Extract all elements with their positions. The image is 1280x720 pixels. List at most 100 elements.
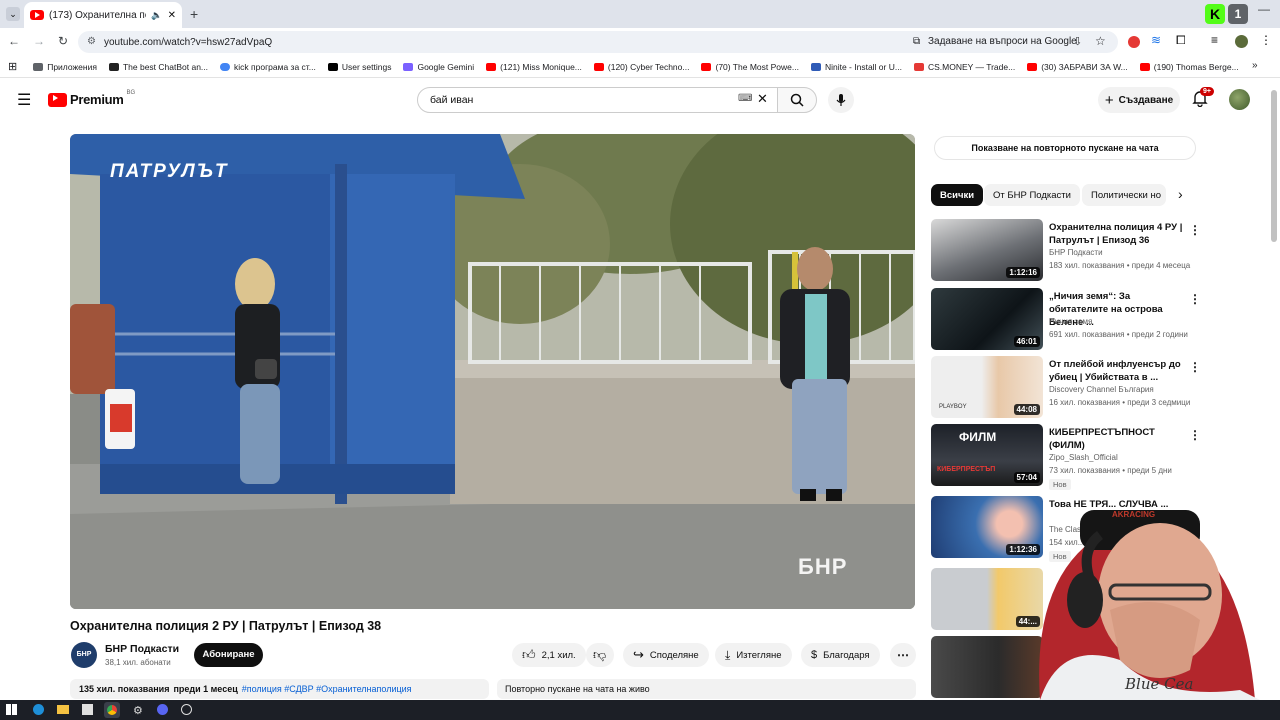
keyboard-icon[interactable]: ⌨	[738, 93, 752, 104]
like-button[interactable]: 👍︎ 2,1 хил.	[512, 643, 586, 667]
install-app-icon[interactable]: ⇩	[1073, 35, 1082, 48]
new-tab-button[interactable]: +	[190, 6, 198, 22]
app-icon[interactable]	[82, 704, 93, 715]
discord-icon[interactable]	[157, 704, 168, 715]
rec-channel[interactable]: Zipo_Slash_Official	[1049, 453, 1118, 462]
rec-channel[interactable]: БНР Подкасти	[1049, 248, 1103, 257]
show-chat-replay-button[interactable]: Показване на повторното пускане на чата	[934, 136, 1196, 160]
channel-name[interactable]: БНР Подкасти	[105, 643, 179, 655]
bookmark-item[interactable]: The best ChatBot an...	[108, 62, 208, 72]
rec-channel[interactable]: Ничия земя	[1049, 317, 1092, 326]
thanks-button[interactable]: $ Благодаря	[801, 643, 880, 667]
video-thumbnail[interactable]: PLAYBOY 44:08	[931, 356, 1043, 418]
subscribe-button[interactable]: Абониране	[194, 643, 263, 667]
rec-menu-icon[interactable]: ⋮	[1189, 428, 1201, 442]
start-icon[interactable]	[6, 704, 17, 715]
apps-grid-icon[interactable]: ⊞	[8, 60, 17, 73]
chrome-menu-icon[interactable]: ⋮	[1260, 33, 1272, 47]
tab-search-icon[interactable]: ⌄	[6, 7, 20, 21]
bookmark-item[interactable]: Ninite - Install or U...	[810, 62, 902, 72]
clear-search-icon[interactable]: ✕	[757, 91, 768, 107]
bookmark-item[interactable]: (70) The Most Powe...	[701, 62, 799, 72]
edge-icon[interactable]	[33, 704, 44, 715]
reading-list-icon[interactable]: ≡	[1211, 33, 1218, 47]
bookmark-item[interactable]: Google Gemini	[403, 62, 474, 72]
ask-google-label[interactable]: Задаване на въпроси на Google	[928, 36, 1077, 47]
recommended-video[interactable]: PLAYBOY 44:08 От плейбой инфлуенсър до у…	[931, 356, 1201, 418]
rec-menu-icon[interactable]: ⋮	[1189, 360, 1201, 374]
voice-search-button[interactable]	[828, 87, 854, 113]
download-label: Изтегляне	[736, 649, 782, 661]
audio-icon[interactable]: 🔈	[151, 10, 162, 21]
app-icon[interactable]	[181, 704, 192, 715]
explorer-icon[interactable]	[57, 705, 69, 714]
chip-political[interactable]: Политически но	[1082, 184, 1166, 206]
extension-red-icon[interactable]	[1128, 36, 1140, 48]
video-thumbnail[interactable]: 46:01	[931, 288, 1043, 350]
profile-badge-icon[interactable]: 1	[1228, 4, 1248, 24]
bookmark-item[interactable]: (30) ЗАБРАВИ ЗА W...	[1027, 62, 1128, 72]
video-frame	[70, 134, 915, 609]
notifications-button[interactable]: 9+	[1192, 87, 1214, 112]
more-actions-button[interactable]: ⋯	[890, 643, 916, 667]
search-input[interactable]: бай иван ⌨ ✕	[417, 87, 778, 113]
rec-channel[interactable]: Discovery Channel България	[1049, 385, 1154, 394]
page-scrollbar[interactable]	[1271, 90, 1277, 242]
address-bar[interactable]: ⚙ youtube.com/watch?v=hsw27adVpaQ ⧉ Зада…	[78, 31, 1118, 53]
bookmark-item[interactable]: (121) Miss Monique...	[486, 62, 582, 72]
extension-k-icon[interactable]: K	[1205, 4, 1225, 24]
profile-avatar-icon[interactable]	[1235, 35, 1248, 48]
window-minimize-icon[interactable]: —	[1258, 2, 1270, 16]
back-icon[interactable]: ←	[8, 34, 20, 48]
extensions-puzzle-icon[interactable]: ⧠	[1176, 33, 1186, 48]
youtube-header: ☰ Premium BG бай иван ⌨ ✕ + Създаване 9+	[0, 80, 1280, 120]
bookmark-star-icon[interactable]: ☆	[1095, 34, 1106, 48]
create-button[interactable]: + Създаване	[1098, 87, 1180, 113]
description-box[interactable]: 135 хил. показвания преди 1 месец #полиц…	[70, 679, 489, 699]
youtube-favicon-icon	[30, 10, 44, 20]
forward-icon[interactable]: →	[33, 34, 45, 48]
bookmark-item[interactable]: (120) Cyber Techno...	[593, 62, 689, 72]
duration-badge: 46:01	[1013, 336, 1040, 347]
account-avatar[interactable]	[1229, 89, 1250, 110]
bookmark-favicon-icon	[327, 62, 338, 71]
youtube-logo[interactable]: Premium BG	[48, 90, 135, 107]
new-badge: Нов	[1049, 479, 1071, 490]
bookmark-item[interactable]: kick програма за ст...	[220, 62, 316, 72]
bookmarks-overflow-icon[interactable]: »	[1252, 60, 1258, 71]
recommended-video[interactable]: 46:01 „Ничия земя“: За обитателите на ос…	[931, 288, 1201, 350]
recommended-video[interactable]: ФИЛМ КИБЕРПРЕСТЪП 57:04 КИБЕРПРЕСТЪПНОСТ…	[931, 424, 1201, 490]
search-button[interactable]	[777, 87, 817, 113]
bookmark-item[interactable]: User settings	[327, 62, 391, 72]
dislike-button[interactable]: 👎︎	[586, 643, 614, 667]
download-button[interactable]: ⤓ Изтегляне	[715, 643, 792, 667]
video-thumbnail[interactable]: 1:12:16	[931, 219, 1043, 281]
bookmark-item[interactable]: CS.MONEY — Trade...	[913, 62, 1015, 72]
share-button[interactable]: ↪ Споделяне	[623, 643, 709, 667]
tab-close-icon[interactable]: ✕	[168, 10, 176, 21]
video-thumbnail[interactable]: ФИЛМ КИБЕРПРЕСТЪП 57:04	[931, 424, 1043, 486]
duration-badge: 1:12:16	[1006, 267, 1040, 278]
bookmark-favicon-icon	[593, 62, 604, 71]
rec-menu-icon[interactable]: ⋮	[1189, 223, 1201, 237]
youtube-logo-icon	[48, 92, 67, 107]
chips-next-icon[interactable]: ›	[1178, 186, 1183, 202]
chip-from-bnr[interactable]: От БНР Подкасти	[984, 184, 1080, 206]
bookmark-item[interactable]: Приложения	[33, 62, 97, 72]
live-chat-replay-bar[interactable]: Повторно пускане на чата на живо	[497, 679, 916, 699]
plus-icon: +	[1104, 91, 1114, 109]
site-info-icon[interactable]: ⚙	[87, 36, 96, 47]
video-player[interactable]: ПАТРУЛЪТ БНР	[70, 134, 915, 609]
menu-hamburger-icon[interactable]: ☰	[17, 90, 31, 110]
rec-menu-icon[interactable]: ⋮	[1189, 292, 1201, 306]
reload-icon[interactable]: ↻	[58, 34, 68, 48]
bookmark-item[interactable]: (190) Thomas Berge...	[1139, 62, 1239, 72]
channel-avatar[interactable]: БНР	[71, 642, 97, 668]
chip-all[interactable]: Всички	[931, 184, 984, 206]
hashtags[interactable]: #полиция #СДВР #Охранителнаполиция	[242, 684, 412, 694]
lens-icon[interactable]: ⧉	[913, 36, 920, 47]
app-icon[interactable]: ⚙	[133, 704, 143, 717]
browser-tab[interactable]: (173) Охранителна полиция 2 🔈 ✕	[24, 2, 182, 28]
extension-wave-icon[interactable]: ≋	[1151, 33, 1161, 47]
recommended-video[interactable]: 1:12:16 Охранителна полиция 4 РУ | Патру…	[931, 219, 1201, 281]
